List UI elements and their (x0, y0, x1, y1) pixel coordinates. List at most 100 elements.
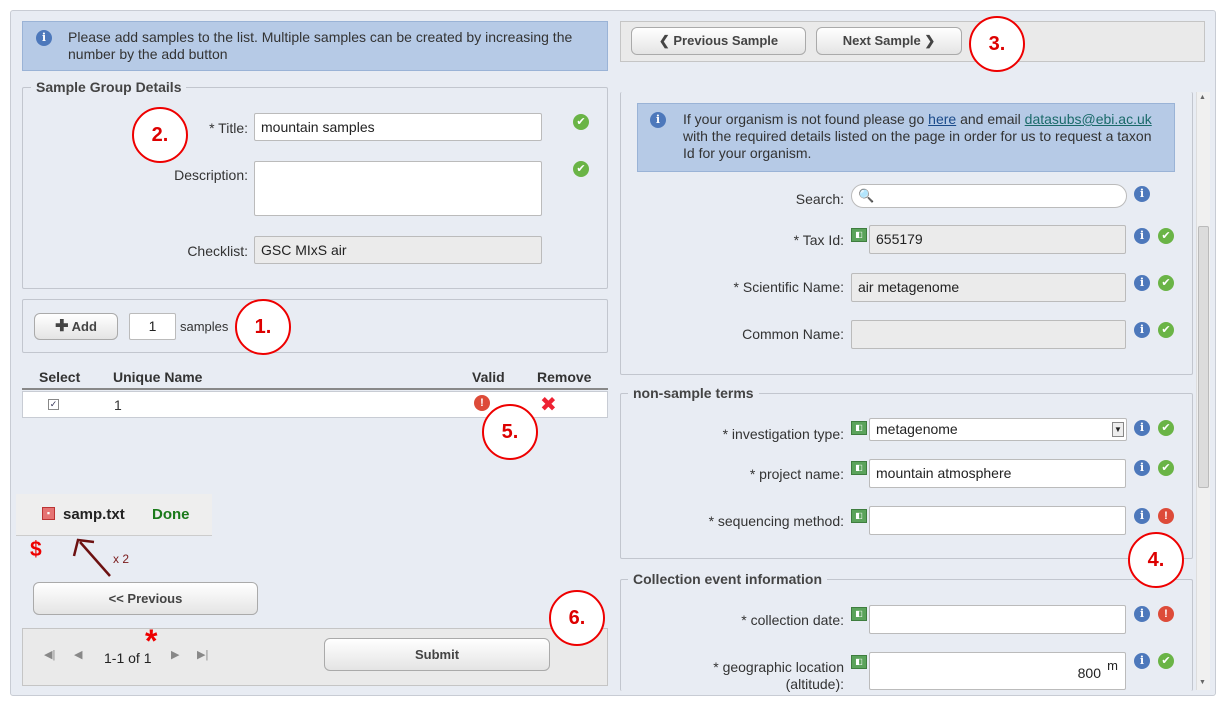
title-input[interactable]: mountain samples (254, 113, 542, 141)
annotation-star: * (145, 623, 158, 659)
organism-info: i If your organism is not found please g… (637, 103, 1175, 172)
invalid-icon: ! (474, 395, 490, 411)
annotation-x2: x 2 (113, 552, 130, 566)
common-name-field (851, 320, 1126, 349)
prev-page-icon[interactable]: ◀ (74, 648, 82, 661)
seq-info-icon[interactable]: i (1134, 508, 1150, 524)
search-icon: 🔍 (858, 188, 875, 203)
title-input-value: mountain samples (261, 119, 375, 135)
geo-info-icon[interactable]: i (1134, 653, 1150, 669)
remove-icon[interactable]: ✖ (540, 392, 557, 416)
checklist-value: GSC MIxS air (261, 242, 347, 258)
sequencing-method-input[interactable] (869, 506, 1126, 535)
submit-button[interactable]: Submit (324, 638, 550, 671)
scroll-down-icon[interactable]: ▼ (1199, 679, 1206, 686)
proj-info-icon[interactable]: i (1134, 460, 1150, 476)
col-unique-name: Unique Name (113, 369, 203, 385)
geo-label-line2: (altitude): (785, 676, 844, 692)
table-header-row: Select Unique Name Valid Remove (22, 365, 608, 390)
file-icon: ▪ (42, 507, 55, 520)
non-sample-terms-legend: non-sample terms (628, 385, 759, 401)
project-name-label: * project name: (749, 466, 844, 482)
geo-label-line1: * geographic location (713, 659, 844, 675)
annotation-circle-6: 6. (549, 590, 605, 646)
investigation-type-label: * investigation type: (722, 426, 844, 442)
first-page-icon[interactable]: ◀| (44, 648, 55, 661)
next-sample-label: Next Sample (842, 33, 921, 48)
info-icon: i (650, 112, 666, 128)
common-info-icon[interactable]: i (1134, 322, 1150, 338)
row-name: 1 (114, 397, 122, 413)
scroll-up-icon[interactable]: ▲ (1199, 94, 1206, 101)
collection-date-label: * collection date: (741, 612, 844, 628)
annotation-dollar: $ (30, 538, 42, 561)
previous-sample-button[interactable]: ❮ Previous Sample (631, 27, 806, 55)
lookup-icon[interactable]: ◧ (851, 509, 867, 523)
investigation-type-select[interactable]: metagenome ▼ (869, 418, 1127, 441)
samples-label: samples (180, 319, 229, 334)
common-valid-icon: ✔ (1158, 322, 1174, 338)
add-button[interactable]: ✚ Add (34, 313, 118, 340)
taxid-value: 655179 (876, 231, 923, 247)
scientific-name-field: air metagenome (851, 273, 1126, 302)
title-valid-icon: ✔ (573, 114, 589, 130)
info-message: i Please add samples to the list. Multip… (22, 21, 608, 71)
search-info-icon[interactable]: i (1134, 186, 1150, 202)
search-label: Search: (795, 191, 844, 207)
date-info-icon[interactable]: i (1134, 606, 1150, 622)
sample-count-input[interactable]: 1 (129, 313, 176, 340)
organism-info-mid: and email (956, 111, 1025, 127)
sample-group-legend: Sample Group Details (31, 79, 187, 95)
info-icon: i (36, 30, 52, 46)
taxid-info-icon[interactable]: i (1134, 228, 1150, 244)
file-status: Done (152, 506, 190, 523)
last-page-icon[interactable]: ▶| (197, 648, 208, 661)
checklist-field: GSC MIxS air (254, 236, 542, 264)
geo-location-input[interactable]: 800 m (869, 652, 1126, 690)
email-link[interactable]: datasubs@ebi.ac.uk (1025, 111, 1152, 127)
description-label: Description: (174, 167, 248, 183)
description-valid-icon: ✔ (573, 161, 589, 177)
previous-button[interactable]: << Previous (33, 582, 258, 615)
investigation-type-value: metagenome (876, 421, 958, 437)
col-remove: Remove (537, 369, 592, 385)
plus-icon: ✚ (55, 318, 69, 335)
checklist-label: Checklist: (187, 243, 248, 259)
lookup-icon[interactable]: ◧ (851, 655, 867, 669)
lookup-icon[interactable]: ◧ (851, 228, 867, 242)
scrollbar-thumb[interactable] (1198, 226, 1209, 488)
next-page-icon[interactable]: ▶ (171, 648, 179, 661)
taxid-field: 655179 (869, 225, 1126, 254)
info-text: Please add samples to the list. Multiple… (68, 29, 573, 62)
sample-count-value: 1 (148, 318, 157, 334)
here-link[interactable]: here (928, 111, 956, 127)
lookup-icon[interactable]: ◧ (851, 461, 867, 475)
organism-info-post: with the required details listed on the … (683, 128, 1152, 161)
chevron-down-icon: ▼ (1112, 422, 1124, 437)
annotation-arrow (72, 538, 111, 577)
row-checkbox[interactable]: ✓ (48, 399, 59, 410)
scientific-name-label: * Scientific Name: (733, 279, 844, 295)
next-sample-button[interactable]: Next Sample ❯ (816, 27, 962, 55)
project-name-input[interactable]: mountain atmosphere (869, 459, 1126, 488)
sequencing-method-label: * sequencing method: (708, 513, 844, 529)
annotation-circle-5: 5. (482, 404, 538, 460)
inv-info-icon[interactable]: i (1134, 420, 1150, 436)
description-textarea[interactable] (254, 161, 542, 216)
search-input[interactable]: 🔍 (851, 184, 1127, 208)
lookup-icon[interactable]: ◧ (851, 607, 867, 621)
lookup-icon[interactable]: ◧ (851, 421, 867, 435)
annotation-circle-1: 1. (235, 299, 291, 355)
col-valid: Valid (472, 369, 505, 385)
proj-valid-icon: ✔ (1158, 460, 1174, 476)
seq-invalid-icon: ! (1158, 508, 1174, 524)
collection-date-input[interactable] (869, 605, 1126, 634)
date-invalid-icon: ! (1158, 606, 1174, 622)
taxid-label: * Tax Id: (793, 232, 844, 248)
common-name-label: Common Name: (742, 326, 844, 342)
scientific-name-value: air metagenome (858, 279, 960, 295)
sci-info-icon[interactable]: i (1134, 275, 1150, 291)
geo-unit: m (1107, 658, 1118, 673)
taxid-valid-icon: ✔ (1158, 228, 1174, 244)
file-name: samp.txt (63, 506, 125, 523)
